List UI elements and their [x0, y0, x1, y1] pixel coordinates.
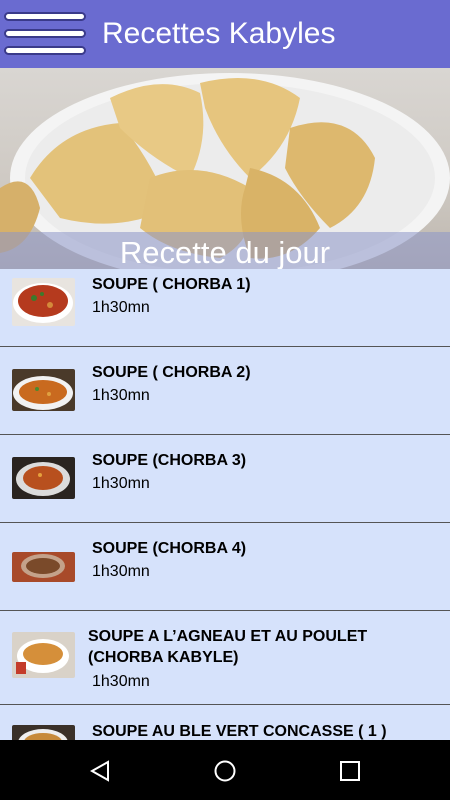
recipe-thumbnail: [12, 725, 75, 740]
back-icon[interactable]: [88, 759, 112, 783]
recipe-duration: 1h30mn: [92, 299, 150, 316]
list-item[interactable]: SOUPE (CHORBA 4) 1h30mn: [0, 523, 450, 611]
app-title: Recettes Kabyles: [102, 17, 336, 50]
recipe-thumbnail: [12, 278, 75, 326]
recipe-thumbnail: [12, 552, 75, 582]
menu-icon[interactable]: [4, 10, 88, 60]
app-bar: Recettes Kabyles: [0, 0, 450, 68]
recents-icon[interactable]: [339, 760, 361, 782]
hero-caption: Recette du jour: [119, 235, 331, 270]
recipe-duration: 1h30mn: [92, 387, 150, 404]
recipe-title: SOUPE ( CHORBA 2): [92, 364, 251, 381]
recipe-list[interactable]: SOUPE ( CHORBA 1) 1h30mn SOUPE ( CHORBA …: [0, 269, 450, 740]
list-item[interactable]: SOUPE ( CHORBA 2) 1h30mn: [0, 347, 450, 435]
recipe-duration: 1h30mn: [92, 563, 150, 580]
list-item[interactable]: SOUPE (CHORBA 3) 1h30mn: [0, 435, 450, 523]
recipe-thumbnail: [12, 632, 75, 678]
recipe-thumbnail: [12, 369, 75, 411]
list-item[interactable]: SOUPE A L’AGNEAU ET AU POULET (CHORBA KA…: [0, 611, 450, 705]
system-nav-bar: [0, 740, 450, 800]
recipe-title: SOUPE A L’AGNEAU ET AU POULET (CHORBA KA…: [88, 628, 368, 666]
recipe-title: SOUPE ( CHORBA 1): [92, 276, 251, 293]
list-item[interactable]: SOUPE AU BLE VERT CONCASSE ( 1 ): [0, 705, 450, 740]
recipe-title: SOUPE (CHORBA 3): [92, 452, 247, 469]
home-icon[interactable]: [213, 759, 237, 783]
recipe-duration: 1h30mn: [92, 673, 150, 690]
recipe-title: SOUPE (CHORBA 4): [92, 540, 247, 557]
list-item[interactable]: SOUPE ( CHORBA 1) 1h30mn: [0, 269, 450, 347]
recipe-thumbnail: [12, 457, 75, 499]
recipe-duration: 1h30mn: [92, 475, 150, 492]
recipe-title: SOUPE AU BLE VERT CONCASSE ( 1 ): [92, 723, 387, 740]
